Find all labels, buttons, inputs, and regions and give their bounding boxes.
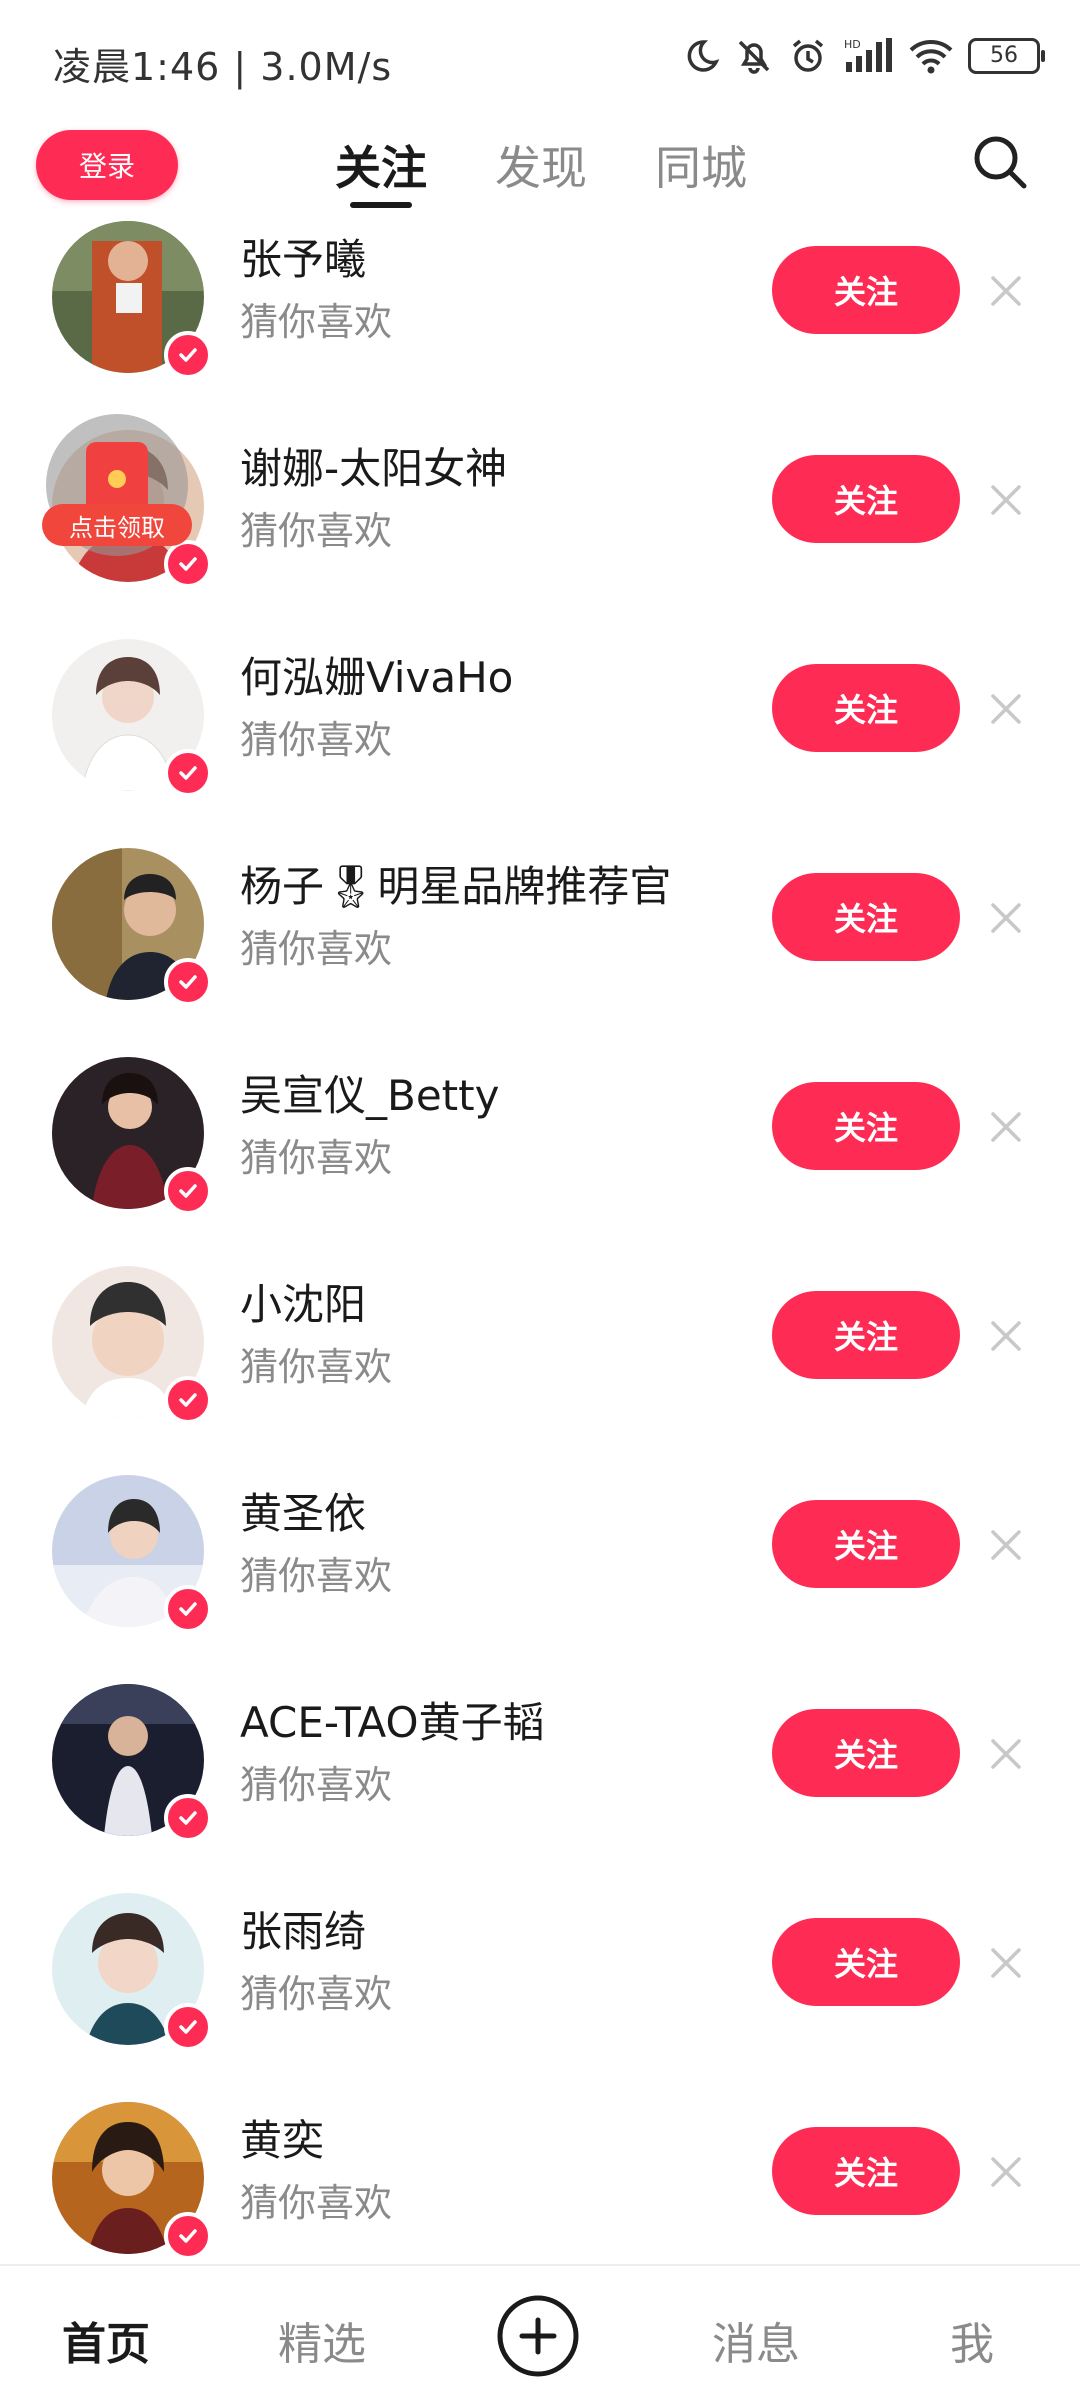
create-plus-icon[interactable]	[496, 2294, 580, 2378]
close-icon[interactable]	[988, 1527, 1024, 1567]
avatar-container[interactable]	[52, 848, 212, 1006]
verified-badge	[164, 1167, 212, 1215]
list-item[interactable]: ACE-TAO黄子韬 猜你喜欢 关注	[0, 1674, 1080, 1883]
close-icon[interactable]	[988, 1736, 1024, 1776]
wifi-icon	[908, 36, 954, 76]
user-name[interactable]: ACE-TAO黄子韬	[240, 1689, 545, 1750]
tab-following[interactable]: 关注	[335, 132, 427, 198]
user-name[interactable]: 张雨绮	[240, 1898, 366, 1959]
status-time: 凌晨1:46 | 3.0M/s	[53, 45, 393, 89]
verified-badge	[164, 331, 212, 379]
close-icon[interactable]	[988, 691, 1024, 731]
verified-badge	[164, 2003, 212, 2051]
red-packet-label[interactable]: 点击领取	[42, 504, 192, 546]
avatar-container[interactable]	[52, 639, 212, 797]
follow-button[interactable]: 关注	[772, 1082, 960, 1170]
nav-home[interactable]: 首页	[62, 2308, 150, 2372]
login-button[interactable]: 登录	[36, 130, 178, 200]
user-subtitle: 猜你喜欢	[240, 509, 393, 553]
tab-nearby[interactable]: 同城	[655, 132, 747, 198]
status-icons: HD 56	[680, 36, 1045, 76]
bell-off-icon	[734, 36, 774, 76]
close-icon[interactable]	[988, 1109, 1024, 1149]
verified-badge	[164, 1794, 212, 1842]
moon-icon	[680, 36, 720, 76]
user-name[interactable]: 张予曦	[240, 226, 366, 287]
user-name[interactable]: 谢娜-太阳女神	[240, 435, 507, 496]
user-subtitle: 猜你喜欢	[240, 1763, 393, 1807]
close-icon[interactable]	[988, 1318, 1024, 1358]
user-subtitle: 猜你喜欢	[240, 1554, 393, 1598]
status-bar: 凌晨1:46 | 3.0M/s HD 56	[0, 0, 1080, 120]
follow-button[interactable]: 关注	[772, 455, 960, 543]
bottom-nav: 首页 精选 消息 我	[0, 2264, 1080, 2402]
tab-active-indicator	[350, 202, 412, 208]
tab-discover[interactable]: 发现	[495, 132, 587, 198]
close-icon[interactable]	[988, 900, 1024, 940]
list-item[interactable]: 黄圣依 猜你喜欢 关注	[0, 1465, 1080, 1674]
follow-button[interactable]: 关注	[772, 246, 960, 334]
verified-badge	[164, 1376, 212, 1424]
verified-badge	[164, 1585, 212, 1633]
user-name[interactable]: 小沈阳	[240, 1271, 366, 1332]
list-item[interactable]: 小沈阳 猜你喜欢 关注	[0, 1256, 1080, 1465]
list-item[interactable]: 点击领取 谢娜-太阳女神 猜你喜欢 关注	[0, 414, 1080, 629]
nav-featured[interactable]: 精选	[278, 2308, 366, 2372]
list-item[interactable]: 何泓姗VivaHo 猜你喜欢 关注	[0, 629, 1080, 838]
user-subtitle: 猜你喜欢	[240, 927, 393, 971]
user-subtitle: 猜你喜欢	[240, 1345, 393, 1389]
user-subtitle: 猜你喜欢	[240, 718, 393, 762]
avatar-container[interactable]	[52, 1057, 212, 1215]
user-name[interactable]: 杨子🎖明星品牌推荐官	[240, 853, 671, 914]
follow-button[interactable]: 关注	[772, 1918, 960, 2006]
signal-icon: HD	[842, 36, 894, 76]
follow-button[interactable]: 关注	[772, 1500, 960, 1588]
battery-level: 56	[990, 43, 1018, 68]
avatar-container[interactable]	[52, 2102, 212, 2260]
follow-button[interactable]: 关注	[772, 873, 960, 961]
verified-badge	[164, 749, 212, 797]
battery-icon: 56	[968, 38, 1045, 74]
user-subtitle: 猜你喜欢	[240, 300, 393, 344]
avatar-container[interactable]	[52, 1893, 212, 2051]
top-nav: 登录 关注 发现 同城	[0, 120, 1080, 220]
user-name[interactable]: 黄奕	[240, 2107, 324, 2168]
verified-badge	[164, 2212, 212, 2260]
nav-messages[interactable]: 消息	[712, 2308, 800, 2372]
follow-button[interactable]: 关注	[772, 664, 960, 752]
follow-button[interactable]: 关注	[772, 2127, 960, 2215]
avatar-container[interactable]	[52, 1684, 212, 1842]
search-icon[interactable]	[970, 132, 1030, 196]
list-item[interactable]: 张雨绮 猜你喜欢 关注	[0, 1883, 1080, 2092]
nav-me[interactable]: 我	[950, 2308, 994, 2372]
close-icon[interactable]	[988, 482, 1024, 522]
avatar-container[interactable]	[52, 1266, 212, 1424]
svg-text:HD: HD	[844, 38, 861, 51]
red-packet-overlay[interactable]: 点击领取	[42, 414, 192, 556]
close-icon[interactable]	[988, 2154, 1024, 2194]
user-subtitle: 猜你喜欢	[240, 1972, 393, 2016]
recommended-users-list: 张予曦 猜你喜欢 关注 点击领取 谢娜-太阳女神 猜你喜欢 关注 何泓姗Viva…	[0, 215, 1080, 2301]
follow-button[interactable]: 关注	[772, 1709, 960, 1797]
alarm-icon	[788, 36, 828, 76]
verified-badge	[164, 958, 212, 1006]
user-name[interactable]: 黄圣依	[240, 1480, 366, 1541]
user-subtitle: 猜你喜欢	[240, 1136, 393, 1180]
user-subtitle: 猜你喜欢	[240, 2181, 393, 2225]
user-name[interactable]: 吴宣仪_Betty	[240, 1062, 499, 1123]
list-item[interactable]: 杨子🎖明星品牌推荐官 猜你喜欢 关注	[0, 838, 1080, 1047]
close-icon[interactable]	[988, 273, 1024, 313]
avatar-container[interactable]	[52, 1475, 212, 1633]
close-icon[interactable]	[988, 1945, 1024, 1985]
list-item[interactable]: 吴宣仪_Betty 猜你喜欢 关注	[0, 1047, 1080, 1256]
avatar-container[interactable]	[52, 221, 212, 379]
follow-button[interactable]: 关注	[772, 1291, 960, 1379]
list-item[interactable]: 张予曦 猜你喜欢 关注	[0, 211, 1080, 420]
user-name[interactable]: 何泓姗VivaHo	[240, 644, 513, 705]
